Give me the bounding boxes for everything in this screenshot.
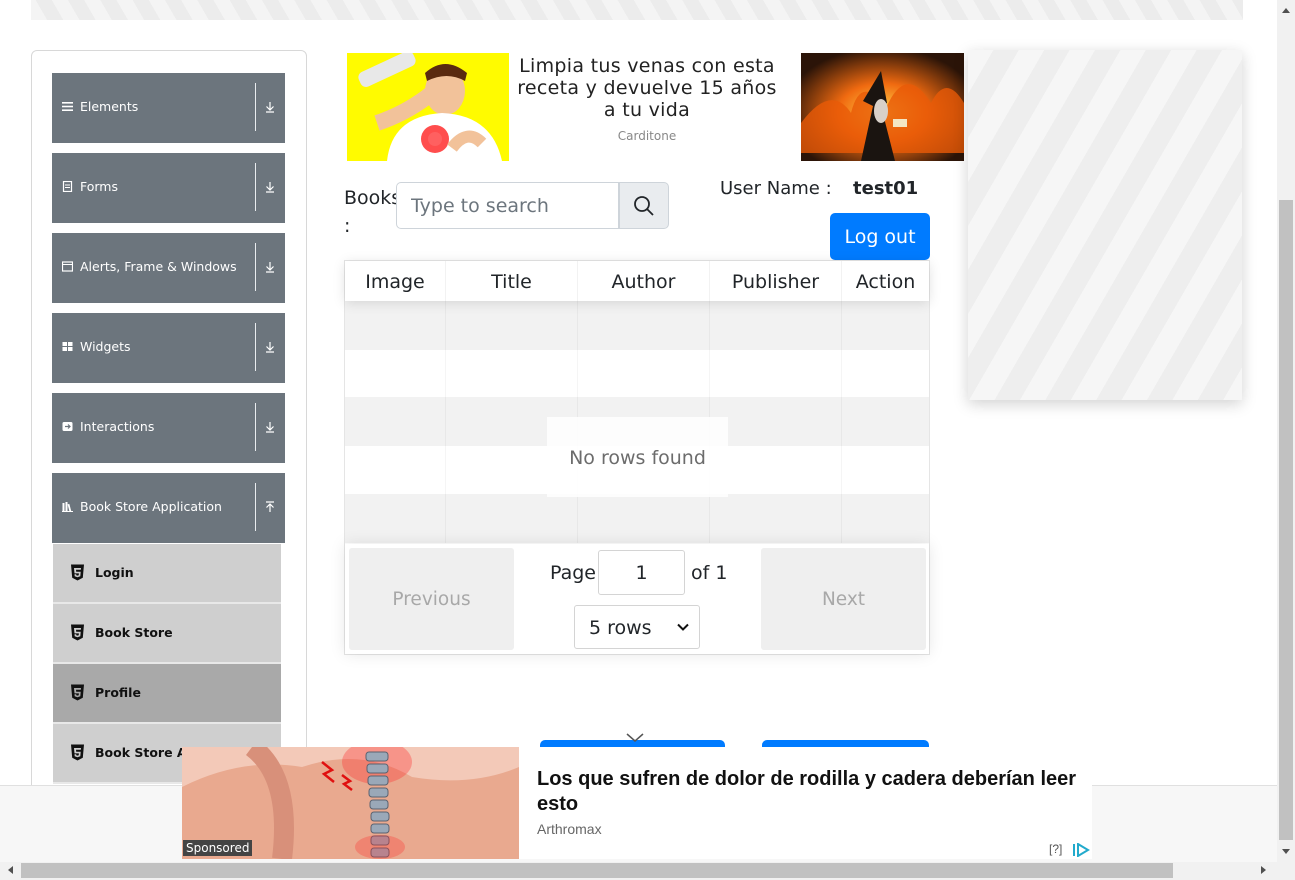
menu-item-label: Profile	[95, 685, 141, 700]
arrow-down-icon[interactable]	[262, 179, 278, 195]
ad-info-link[interactable]: [?]	[1049, 842, 1062, 856]
menu-group-label: Alerts, Frame & Windows	[80, 259, 237, 274]
scroll-right-arrow-icon[interactable]	[1260, 865, 1268, 875]
html5-icon	[71, 684, 84, 701]
window-icon	[62, 261, 73, 272]
menu-group-label: Forms	[80, 179, 119, 194]
sponsored-badge: Sponsored	[183, 840, 253, 856]
table-row	[345, 350, 929, 399]
top-ad-banner	[31, 0, 1243, 20]
divider	[255, 83, 256, 131]
bottom-ad-source: Arthromax	[537, 821, 602, 837]
menu-group-label: Elements	[80, 99, 139, 114]
divider	[255, 163, 256, 211]
grid-icon	[62, 342, 73, 351]
menu-group-label: Widgets	[80, 339, 131, 354]
menu-item-book-store[interactable]: Book Store	[53, 604, 281, 664]
column-header-publisher[interactable]: Publisher	[710, 261, 842, 301]
rows-per-page-value: 5 rows	[589, 617, 652, 639]
column-header-title[interactable]: Title	[446, 261, 578, 301]
ad-image-wizard-fire[interactable]	[801, 53, 964, 161]
search-input[interactable]	[396, 182, 619, 229]
user-name-label: User Name :	[720, 178, 832, 199]
arrow-down-icon[interactable]	[262, 259, 278, 275]
chevron-down-icon	[677, 623, 689, 631]
menu-group-elements[interactable]: Elements	[52, 73, 285, 143]
table-row	[345, 494, 929, 543]
top-ad[interactable]: Limpia tus venas con esta receta y devue…	[347, 53, 964, 161]
scroll-down-arrow-icon[interactable]	[1281, 848, 1291, 856]
left-side-menu: Elements Forms Alerts, Frame & Windows W…	[31, 50, 307, 812]
menu-group-label: Book Store Application	[80, 499, 222, 514]
column-header-author[interactable]: Author	[578, 261, 710, 301]
menu-item-profile[interactable]: Profile	[53, 664, 281, 724]
books-table: Image Title Author Publisher Action No r…	[344, 260, 930, 655]
table-header: Image Title Author Publisher Action	[345, 261, 929, 301]
html5-icon	[71, 624, 84, 641]
bottom-ad[interactable]: Sponsored Los que sufren de dolor de rod…	[182, 747, 1092, 859]
ad-source: Carditone	[617, 129, 677, 143]
html5-icon	[71, 744, 84, 761]
search-box	[396, 182, 669, 229]
page-number-input[interactable]	[598, 550, 685, 595]
menu-group-book-store-application[interactable]: Book Store Application	[52, 473, 285, 543]
arrow-down-icon[interactable]	[262, 339, 278, 355]
previous-button[interactable]: Previous	[349, 548, 514, 650]
divider	[255, 403, 256, 451]
page-label: Page	[550, 562, 596, 584]
bottom-ad-headline[interactable]: Los que sufren de dolor de rodilla y cad…	[537, 767, 1087, 817]
menu-item-label: Book Store	[95, 625, 173, 640]
ad-image-man-drinking[interactable]	[347, 53, 509, 161]
divider	[255, 323, 256, 371]
interaction-icon	[62, 422, 73, 431]
pagination: Previous Page of 1 5 rows Next	[345, 544, 929, 654]
logout-button[interactable]: Log out	[830, 213, 930, 260]
menu-group-alerts-frame-windows[interactable]: Alerts, Frame & Windows	[52, 233, 285, 303]
scroll-left-arrow-icon[interactable]	[6, 865, 14, 875]
html5-icon	[71, 564, 84, 581]
close-ad-chevron-icon[interactable]	[626, 733, 644, 743]
ad-headline[interactable]: Limpia tus venas con esta receta y devue…	[512, 55, 782, 121]
rows-per-page-select[interactable]: 5 rows	[574, 605, 700, 649]
column-header-image[interactable]: Image	[345, 261, 446, 301]
right-ad-area	[968, 50, 1242, 400]
vertical-scrollbar-thumb[interactable]	[1279, 200, 1293, 840]
divider	[255, 483, 256, 531]
horizontal-scrollbar-thumb[interactable]	[21, 863, 1173, 878]
menu-item-label: Login	[95, 565, 134, 580]
menu-item-login[interactable]: Login	[53, 544, 281, 604]
page-total: of 1	[691, 562, 728, 584]
scroll-up-arrow-icon[interactable]	[1281, 6, 1291, 14]
hamburger-icon	[62, 102, 73, 111]
document-icon	[62, 181, 73, 192]
books-icon	[62, 502, 73, 512]
user-name-value: test01	[853, 178, 919, 199]
divider	[255, 243, 256, 291]
search-button[interactable]	[619, 182, 669, 229]
menu-group-label: Interactions	[80, 419, 155, 434]
table-row	[345, 301, 929, 350]
adchoices-icon[interactable]	[1072, 843, 1090, 857]
search-icon	[634, 196, 654, 216]
menu-group-forms[interactable]: Forms	[52, 153, 285, 223]
menu-group-interactions[interactable]: Interactions	[52, 393, 285, 463]
next-button[interactable]: Next	[761, 548, 926, 650]
column-header-action[interactable]: Action	[842, 261, 929, 301]
no-rows-message: No rows found	[547, 417, 728, 497]
arrow-down-icon[interactable]	[262, 99, 278, 115]
arrow-down-icon[interactable]	[262, 419, 278, 435]
arrow-up-icon[interactable]	[262, 499, 278, 515]
menu-group-widgets[interactable]: Widgets	[52, 313, 285, 383]
books-label: Books :	[344, 187, 402, 237]
